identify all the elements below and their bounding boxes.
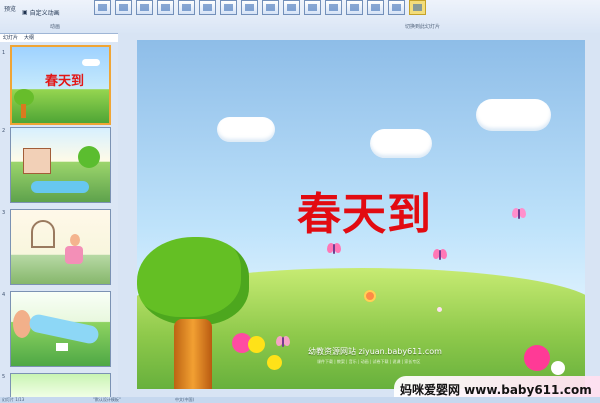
transition-icon-8[interactable]	[241, 0, 258, 15]
custom-animation-label: 自定义动画	[29, 10, 60, 17]
status-bar: 幻灯片 1/13 "默认设计模板" 中文(中国)	[0, 397, 600, 403]
transition-icon-16[interactable]	[409, 0, 426, 15]
thumb-girl-icon	[70, 234, 80, 246]
slide-thumbnail-2[interactable]	[10, 127, 111, 203]
thumb-pond-icon	[31, 181, 89, 193]
ribbon-group-transition: 切换到此幻灯片	[405, 24, 441, 30]
flower-icon-4	[248, 336, 265, 353]
transition-icon-15[interactable]	[388, 0, 405, 15]
slide-thumbnail-3[interactable]	[10, 209, 111, 285]
thumb-dress-icon	[65, 246, 83, 264]
transition-icon-3[interactable]	[136, 0, 153, 15]
thumb-number-5: 5	[2, 374, 6, 380]
status-design-name: "默认设计模板"	[93, 397, 121, 402]
butterfly-icon-4	[276, 336, 290, 348]
tree-trunk-icon	[174, 319, 212, 389]
thumb-bridge-icon	[56, 343, 68, 351]
thumb-trunk-icon	[21, 104, 26, 118]
thumbnail-pane[interactable]: 1 春天到 2 3 4 5	[0, 42, 119, 403]
slide-thumbnail-5[interactable]	[10, 373, 111, 399]
butterfly-icon-1	[327, 243, 341, 255]
slide-title: 春天到	[297, 189, 432, 240]
ribbon-left-label: 预览	[4, 6, 17, 13]
transition-icon-4[interactable]	[157, 0, 174, 15]
cloud-icon-2	[370, 129, 432, 158]
flower-icon-1	[364, 290, 376, 302]
transition-icon-13[interactable]	[346, 0, 363, 15]
tab-slides[interactable]: 幻灯片	[3, 34, 18, 42]
custom-animation-icon: ▣	[22, 9, 28, 16]
transition-icon-2[interactable]	[115, 0, 132, 15]
cloud-icon-1	[217, 117, 275, 142]
main-slide[interactable]: 春天到 幼教资源网站 ziyuan.baby611.com 课件下载 | 教案 …	[137, 40, 585, 389]
thumb-cloud-icon	[82, 59, 100, 66]
flower-icon-7	[551, 361, 565, 375]
watermark-text: 妈咪爱婴网 www.baby611.com	[400, 383, 592, 397]
transition-icon-10[interactable]	[283, 0, 300, 15]
flower-icon-2	[437, 307, 442, 312]
transition-gallery	[94, 0, 426, 15]
butterfly-icon-2	[433, 249, 447, 261]
slide-small-text: 课件下载 | 教案 | 音乐 | 动画 | 试卷下载 | 说课 | 家长专区	[317, 359, 421, 364]
thumb-number-2: 2	[2, 128, 6, 134]
transition-icon-1[interactable]	[94, 0, 111, 15]
transition-icon-12[interactable]	[325, 0, 342, 15]
thumb-number-3: 3	[2, 210, 6, 216]
thumb-tree-icon-2	[78, 146, 100, 168]
transition-icon-6[interactable]	[199, 0, 216, 15]
transition-icon-7[interactable]	[220, 0, 237, 15]
flower-icon-5	[267, 355, 282, 370]
thumb-number-4: 4	[2, 292, 6, 298]
thumb-window-icon	[31, 220, 55, 248]
transition-icon-11[interactable]	[304, 0, 321, 15]
slide-site-text: 幼教资源网站 ziyuan.baby611.com	[308, 347, 442, 356]
thumb-number-1: 1	[2, 50, 6, 56]
transition-icon-14[interactable]	[367, 0, 384, 15]
ribbon-group-animation: 动画	[50, 24, 61, 30]
cloud-icon-3	[476, 99, 551, 131]
ribbon: 预览 ▣ 自定义动画 动画 切换到此幻灯片	[0, 0, 600, 34]
tree-crown-icon	[137, 237, 249, 325]
status-slide-count: 幻灯片 1/13	[2, 397, 25, 402]
thumb-flower-tree-icon	[13, 310, 31, 338]
slide-thumbnail-1[interactable]: 春天到	[10, 45, 111, 125]
thumb-house-icon	[23, 148, 51, 174]
tab-outline[interactable]: 大纲	[24, 34, 34, 42]
flower-icon-6	[524, 345, 550, 371]
status-language: 中文(中国)	[175, 397, 195, 402]
butterfly-icon-3	[512, 208, 526, 220]
custom-animation-button[interactable]: ▣ 自定义动画	[22, 8, 60, 17]
transition-icon-9[interactable]	[262, 0, 279, 15]
thumb-river-icon	[27, 312, 101, 346]
pane-tabs: 幻灯片 大纲	[0, 34, 120, 42]
transition-icon-5[interactable]	[178, 0, 195, 15]
slide-thumbnail-4[interactable]	[10, 291, 111, 367]
thumb-title-1: 春天到	[45, 74, 85, 89]
